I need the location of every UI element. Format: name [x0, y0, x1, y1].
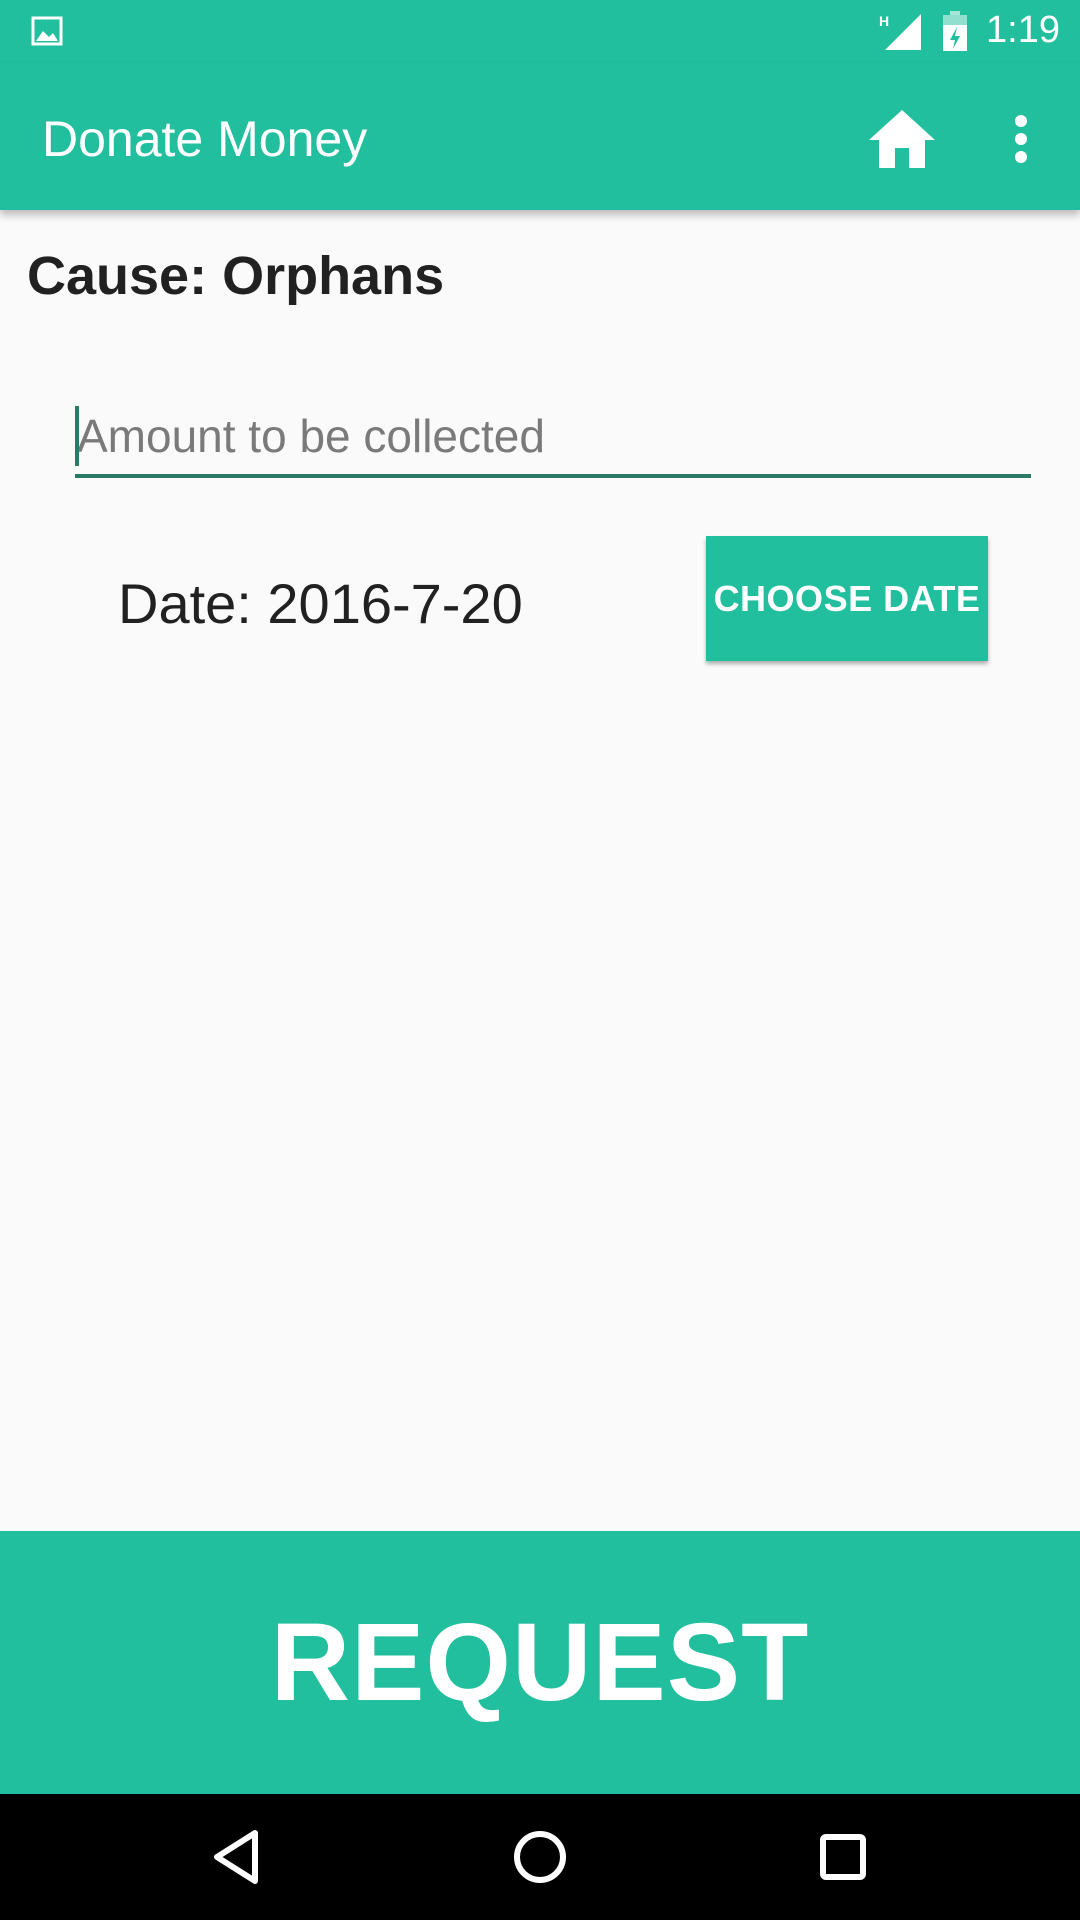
nav-recents-button[interactable] — [808, 1822, 878, 1892]
signal-icon: H — [879, 12, 923, 52]
status-bar: H 1:19 — [0, 0, 1080, 63]
network-type-label: H — [879, 13, 889, 29]
text-cursor — [75, 406, 79, 466]
more-vert-icon — [1015, 115, 1027, 163]
home-button[interactable] — [862, 99, 942, 179]
amount-input[interactable] — [75, 398, 1031, 478]
back-icon — [214, 1830, 258, 1884]
navigation-bar — [0, 1794, 1080, 1920]
app-bar: Donate Money — [0, 63, 1080, 210]
home-circle-icon — [514, 1831, 566, 1883]
cause-label: Cause: Orphans — [27, 246, 445, 306]
nav-back-button[interactable] — [201, 1822, 271, 1892]
choose-date-button[interactable]: CHOOSE DATE — [706, 536, 988, 661]
date-label: Date: 2016-7-20 — [118, 572, 523, 635]
request-button[interactable]: REQUEST — [0, 1531, 1080, 1794]
home-icon — [869, 110, 935, 168]
recents-icon — [820, 1834, 866, 1880]
status-time: 1:19 — [986, 9, 1060, 51]
page-title: Donate Money — [42, 111, 368, 167]
nav-home-button[interactable] — [505, 1822, 575, 1892]
gallery-icon — [31, 15, 63, 47]
more-options-button[interactable] — [993, 99, 1049, 179]
battery-charging-icon — [941, 11, 969, 51]
